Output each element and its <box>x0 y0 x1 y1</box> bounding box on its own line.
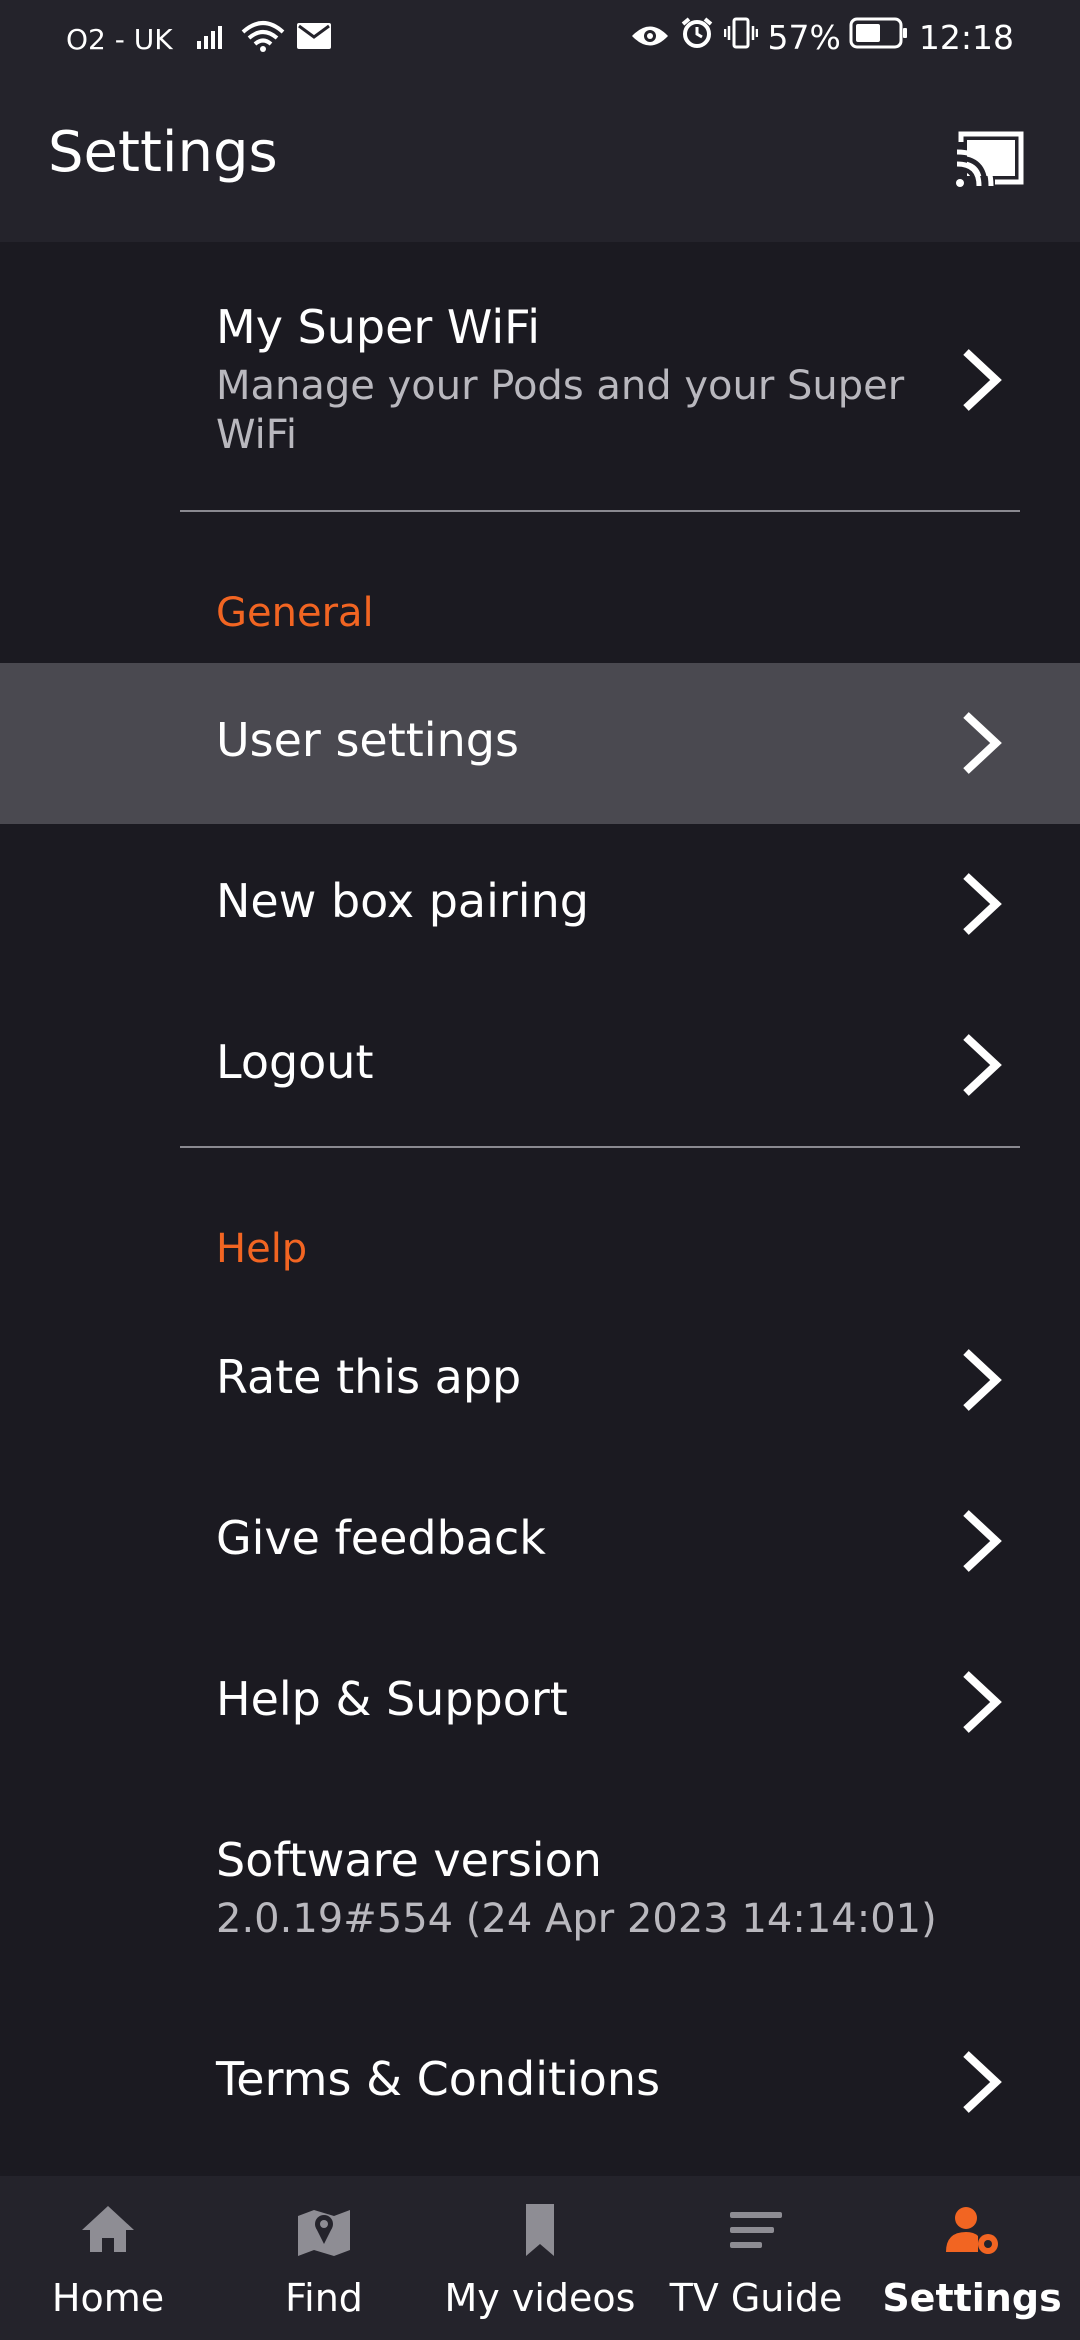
nav-home[interactable]: Home <box>0 2176 216 2340</box>
section-header-help: Help <box>216 1226 308 1272</box>
nav-my-videos-label: My videos <box>444 2276 636 2320</box>
new-box-pairing-row[interactable]: New box pairing <box>0 824 1080 985</box>
rate-app-label: Rate this app <box>216 1350 522 1404</box>
chevron-right-icon <box>963 349 1002 411</box>
nav-tv-guide-label: TV Guide <box>669 2276 843 2320</box>
chevron-right-icon <box>963 2051 1002 2113</box>
signal-icon <box>196 23 229 56</box>
cast-icon[interactable] <box>955 128 1027 188</box>
bookmark-icon <box>526 2204 554 2256</box>
chevron-right-icon <box>963 1034 1002 1096</box>
nav-home-label: Home <box>51 2276 165 2320</box>
super-wifi-label: My Super WiFi <box>216 300 541 354</box>
super-wifi-row[interactable]: My Super WiFi Manage your Pods and your … <box>0 242 1080 510</box>
map-icon <box>298 2210 350 2256</box>
super-wifi-subtitle-line1: Manage your Pods and your Super <box>216 363 905 409</box>
battery-icon <box>849 17 909 57</box>
mail-icon <box>296 23 331 56</box>
chevron-right-icon <box>963 873 1002 935</box>
divider <box>180 510 1020 512</box>
chevron-right-icon <box>963 1510 1002 1572</box>
logout-label: Logout <box>216 1035 374 1089</box>
nav-tv-guide[interactable]: TV Guide <box>648 2176 864 2340</box>
user-settings-label: User settings <box>216 713 519 767</box>
chevron-right-icon <box>963 1349 1002 1411</box>
help-support-label: Help & Support <box>216 1672 568 1726</box>
give-feedback-row[interactable]: Give feedback <box>0 1461 1080 1622</box>
status-right: 57% 12:18 <box>630 16 1014 58</box>
battery-percent: 57% <box>767 17 841 57</box>
status-left: O2 - UK <box>66 20 343 59</box>
vibrate-icon <box>723 16 758 58</box>
nav-my-videos[interactable]: My videos <box>432 2176 648 2340</box>
software-version-row: Software version 2.0.19#554 (24 Apr 2023… <box>0 1783 1080 1983</box>
status-bar: O2 - UK 57% 12:18 <box>0 0 1080 78</box>
guide-list-icon <box>730 2212 782 2248</box>
super-wifi-subtitle-line2: WiFi <box>216 412 297 458</box>
chevron-right-icon <box>963 712 1002 774</box>
new-box-pairing-label: New box pairing <box>216 874 589 928</box>
nav-find-label: Find <box>285 2276 363 2320</box>
section-header-general: General <box>216 590 374 636</box>
carrier-label: O2 - UK <box>66 23 173 56</box>
clock: 12:18 <box>918 17 1014 57</box>
bottom-navigation: Home Find My videos TV Guide Settings <box>0 2176 1080 2340</box>
eye-icon <box>630 18 670 57</box>
user-settings-icon <box>946 2207 998 2254</box>
nav-settings-label: Settings <box>882 2276 1062 2320</box>
alarm-icon <box>680 16 714 58</box>
rate-app-row[interactable]: Rate this app <box>0 1300 1080 1461</box>
page-title: Settings <box>48 120 278 185</box>
chevron-right-icon <box>963 1671 1002 1733</box>
user-settings-row[interactable]: User settings <box>0 663 1080 824</box>
terms-conditions-label: Terms & Conditions <box>216 2052 661 2106</box>
help-support-row[interactable]: Help & Support <box>0 1622 1080 1783</box>
divider <box>180 1146 1020 1148</box>
terms-conditions-row[interactable]: Terms & Conditions <box>0 2002 1080 2163</box>
home-icon <box>82 2206 134 2252</box>
nav-settings[interactable]: Settings <box>864 2176 1080 2340</box>
app-bar: Settings <box>0 78 1080 242</box>
give-feedback-label: Give feedback <box>216 1511 546 1565</box>
software-version-label: Software version <box>216 1833 602 1887</box>
software-version-value: 2.0.19#554 (24 Apr 2023 14:14:01) <box>216 1896 937 1942</box>
nav-find[interactable]: Find <box>216 2176 432 2340</box>
wifi-icon <box>241 20 285 59</box>
logout-row[interactable]: Logout <box>0 985 1080 1146</box>
